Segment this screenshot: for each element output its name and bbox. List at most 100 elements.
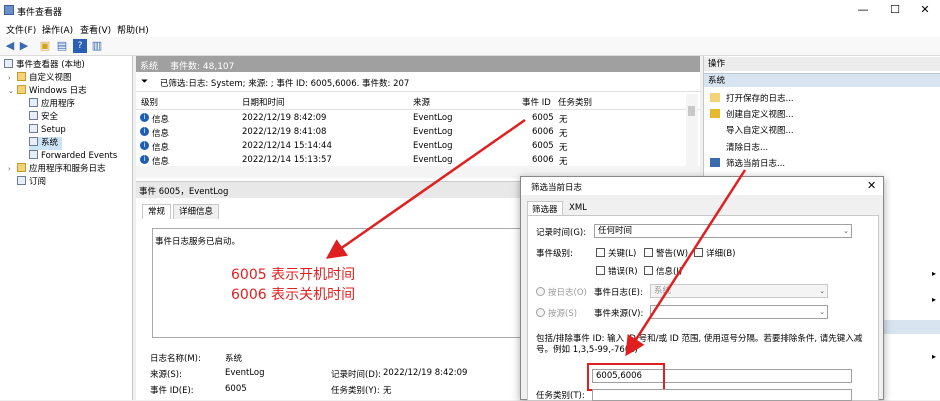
minimize-button[interactable]: — xyxy=(848,2,878,18)
tree-log-label: Setup xyxy=(41,125,66,135)
row-datetime: 2022/12/14 15:14:44 xyxy=(242,141,332,151)
tree-windows-logs[interactable]: ⌄ Windows 日志 xyxy=(8,85,87,98)
row-datetime: 2022/12/19 8:41:08 xyxy=(242,127,327,137)
tree-log-setup[interactable]: Setup xyxy=(29,124,66,137)
action-open-saved-log[interactable]: 打开保存的日志... xyxy=(710,92,794,104)
actions-section-system[interactable]: 系统 xyxy=(704,73,940,87)
back-arrow-icon[interactable]: ◀ xyxy=(3,39,17,53)
close-button[interactable]: ✕ xyxy=(910,2,940,18)
checkbox-verbose[interactable] xyxy=(694,248,703,257)
radio-by-source[interactable] xyxy=(536,308,545,317)
event-logs-select[interactable]: 系统 ⌄ xyxy=(650,284,828,298)
action-clear-log[interactable]: 清除日志... xyxy=(710,141,768,153)
tab-xml[interactable]: XML xyxy=(565,202,591,214)
task-value: 无 xyxy=(383,386,392,396)
folder-icon xyxy=(17,163,26,172)
tree-app-services-label: 应用程序和服务日志 xyxy=(29,164,106,174)
tree-log-forwarded[interactable]: Forwarded Events xyxy=(29,150,117,163)
checkbox-information[interactable] xyxy=(644,266,653,275)
subscription-icon xyxy=(17,176,26,185)
tree-root[interactable]: 事件查看器 (本地) xyxy=(4,59,85,72)
logged-select-value: 任何时间 xyxy=(598,226,633,236)
table-row[interactable]: i 信息 2022/12/19 8:41:08 EventLog 6006 无 xyxy=(136,125,686,139)
row-task: 无 xyxy=(559,115,568,125)
actions-header: 操作 xyxy=(704,57,940,71)
action-import-custom-view[interactable]: 导入自定义视图... xyxy=(710,124,794,136)
column-task[interactable]: 任务类别 xyxy=(558,96,592,108)
event-viewer-icon xyxy=(4,59,13,68)
row-datetime: 2022/12/19 8:42:09 xyxy=(242,113,327,123)
row-level: 信息 xyxy=(152,115,170,125)
panel-icon[interactable]: ▥ xyxy=(90,39,104,53)
row-source: EventLog xyxy=(413,155,453,165)
chevron-right-icon[interactable]: › xyxy=(8,163,11,176)
folder-up-icon[interactable]: ▣ xyxy=(38,39,52,53)
log-icon xyxy=(29,137,38,146)
event-sources-label: 事件来源(V): xyxy=(594,309,644,319)
tree-log-label: 应用程序 xyxy=(41,99,76,109)
properties-icon[interactable]: ▤ xyxy=(55,39,69,53)
chevron-right-icon[interactable]: ▸ xyxy=(932,295,936,304)
tree-log-label: Forwarded Events xyxy=(41,151,118,161)
detail-title: 事件 6005，EventLog xyxy=(139,187,229,197)
chevron-right-icon[interactable]: › xyxy=(8,72,11,85)
row-id: 6006 xyxy=(532,127,554,137)
info-icon: i xyxy=(140,113,149,122)
column-level[interactable]: 级别 xyxy=(141,96,158,108)
chevron-right-icon[interactable]: ▸ xyxy=(932,269,936,278)
task-category-select[interactable] xyxy=(592,389,852,401)
action-filter-current-log[interactable]: 筛选当前日志... xyxy=(710,157,785,169)
checkbox-error[interactable] xyxy=(596,266,605,275)
column-event-id[interactable]: 事件 ID xyxy=(522,96,551,108)
action-create-custom-view[interactable]: 创建自定义视图... xyxy=(710,108,794,120)
tree-app-services[interactable]: › 应用程序和服务日志 xyxy=(8,163,106,176)
dialog-close-button[interactable]: ✕ xyxy=(867,179,876,192)
folder-icon xyxy=(17,72,26,81)
table-row[interactable]: i 信息 2022/12/14 15:14:44 EventLog 6005 无 xyxy=(136,139,686,153)
tree-log-label: 安全 xyxy=(41,112,59,122)
task-label: 任务类别(Y): xyxy=(331,386,380,396)
table-row[interactable]: i 信息 2022/12/19 8:42:09 EventLog 6005 无 xyxy=(136,111,686,125)
row-id: 6005 xyxy=(532,141,554,151)
menu-file[interactable]: 文件(F) xyxy=(6,23,36,36)
checkbox-critical[interactable] xyxy=(596,248,605,257)
event-sources-select[interactable]: ⌄ xyxy=(650,305,828,319)
source-label: 来源(S): xyxy=(150,370,182,380)
maximize-button[interactable]: ☐ xyxy=(880,2,910,18)
checkbox-warning[interactable] xyxy=(644,248,653,257)
row-source: EventLog xyxy=(413,127,453,137)
help-icon[interactable]: ? xyxy=(73,39,87,53)
grid-vertical-scrollbar[interactable] xyxy=(686,94,698,166)
event-logs-value: 系统 xyxy=(654,286,672,296)
info-icon: i xyxy=(140,127,149,136)
row-task: 无 xyxy=(559,143,568,153)
log-name-value: 系统 xyxy=(225,354,243,364)
log-icon xyxy=(29,98,38,107)
tree-log-security[interactable]: 安全 xyxy=(29,111,58,124)
menu-help[interactable]: 帮助(H) xyxy=(117,23,149,36)
scroll-thumb[interactable] xyxy=(688,106,695,116)
table-row[interactable]: i 信息 2022/12/14 15:13:57 EventLog 6006 无 xyxy=(136,153,686,167)
chevron-right-icon[interactable]: ▸ xyxy=(932,352,936,361)
forward-arrow-icon[interactable]: ▶ xyxy=(17,39,31,53)
column-source[interactable]: 来源 xyxy=(413,96,430,108)
tree-subscriptions[interactable]: 订阅 xyxy=(17,176,46,189)
menu-view[interactable]: 查看(V) xyxy=(80,23,111,36)
menu-action[interactable]: 操作(A) xyxy=(42,23,73,36)
logged-select[interactable]: 任何时间 ⌄ xyxy=(594,224,852,238)
log-icon xyxy=(29,111,38,120)
annotation-6005: 6005 表示开机时间 xyxy=(231,267,356,283)
tab-general[interactable]: 常规 xyxy=(142,204,172,219)
event-id-label: 事件 ID(E): xyxy=(150,386,194,396)
radio-by-log[interactable] xyxy=(536,287,545,296)
chevron-down-icon: ⌄ xyxy=(819,308,825,316)
tree-log-system[interactable]: 系统 xyxy=(29,137,63,150)
tab-details[interactable]: 详细信息 xyxy=(173,204,220,219)
chevron-down-icon[interactable]: ⌄ xyxy=(8,85,14,98)
log-header-bar: 系统 事件数: 48,107 xyxy=(136,56,700,72)
column-datetime[interactable]: 日期和时间 xyxy=(242,96,285,108)
tree-custom-views[interactable]: › 自定义视图 xyxy=(8,72,72,85)
logged-value: 2022/12/19 8:42:09 xyxy=(383,368,468,378)
tree-log-application[interactable]: 应用程序 xyxy=(29,98,75,111)
logged-label: 记录时间(D): xyxy=(331,370,382,380)
